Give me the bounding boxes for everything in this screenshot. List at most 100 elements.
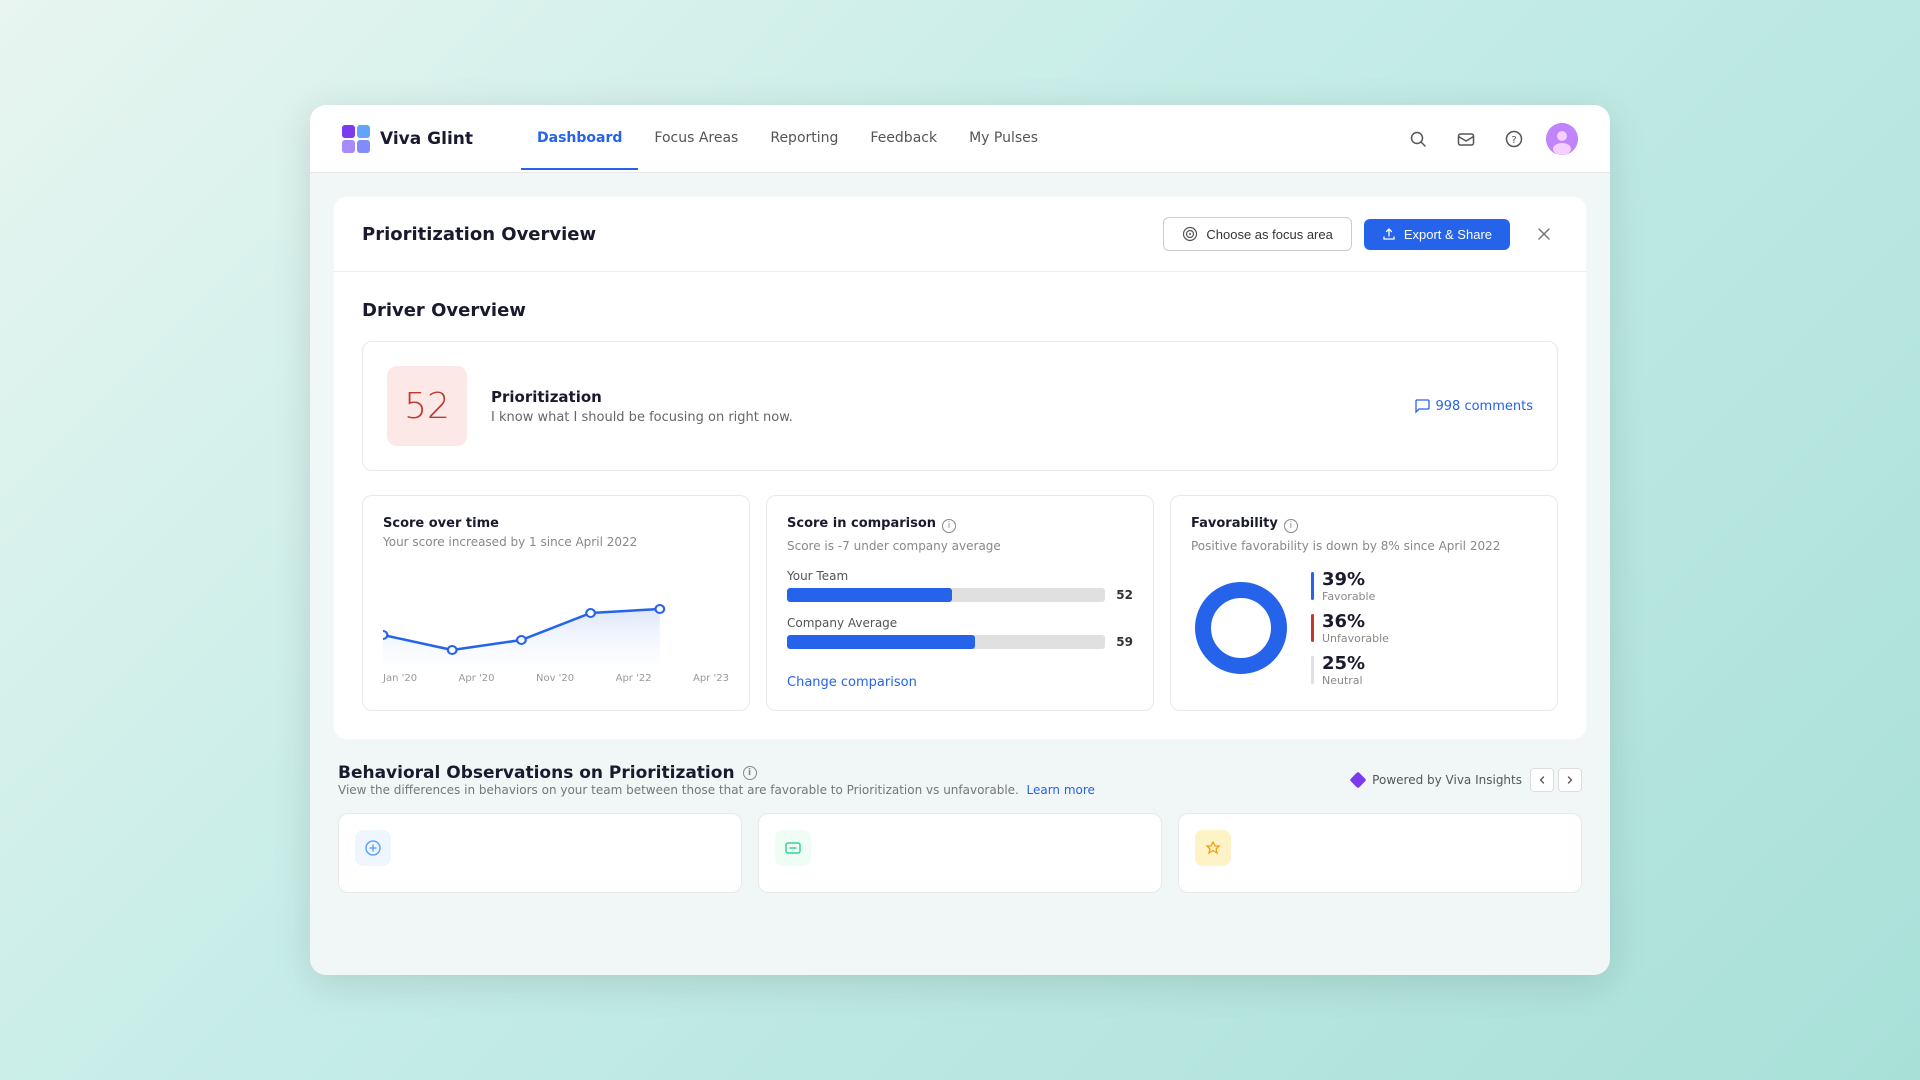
powered-by: Powered by Viva Insights [1352,768,1582,792]
nav-actions: ? [1402,123,1578,155]
company-avg-score: 59 [1113,635,1133,649]
favorable-label: Favorable [1322,590,1375,603]
app-name: Viva Glint [380,129,473,149]
main-content: Prioritization Overview Choose as focus … [310,197,1610,909]
behavioral-card-2-icon [775,830,811,866]
panel-title: Prioritization Overview [362,224,1163,245]
score-comparison-subtitle: Score is -7 under company average [787,539,1133,553]
unfavorable-indicator [1311,614,1314,642]
nav-links: Dashboard Focus Areas Reporting Feedback… [521,108,1370,170]
company-avg-bar-fill [787,635,975,649]
favorable-pct: 39% [1322,569,1375,590]
prev-arrow-button[interactable] [1530,768,1554,792]
line-chart [383,565,729,665]
logo-area: Viva Glint [342,125,473,153]
favorability-card: Favorability i Positive favorability is … [1170,495,1558,711]
your-team-bar-fill [787,588,952,602]
close-button[interactable] [1530,220,1558,248]
svg-text:?: ? [1511,135,1516,146]
driver-name: Prioritization [491,388,1390,406]
viva-insights-diamond-icon [1350,772,1367,789]
nav-my-pulses[interactable]: My Pulses [953,108,1054,170]
company-avg-row: Company Average 59 [787,616,1133,649]
score-comparison-title: Score in comparison [787,516,936,531]
mail-icon [1457,130,1475,148]
search-button[interactable] [1402,123,1434,155]
unfavorable-label: Unfavorable [1322,632,1389,645]
score-over-time-title: Score over time [383,516,729,531]
neutral-indicator [1311,656,1314,684]
export-share-button[interactable]: Export & Share [1364,219,1510,250]
avatar-image [1546,123,1578,155]
donut-svg [1191,578,1291,678]
driver-overview-title: Driver Overview [362,300,1558,321]
driver-info: Prioritization I know what I should be f… [491,388,1390,425]
behavioral-observations-subtitle: View the differences in behaviors on you… [338,783,1095,797]
next-arrow-button[interactable] [1558,768,1582,792]
nav-reporting[interactable]: Reporting [754,108,854,170]
behavioral-observations-title: Behavioral Observations on Prioritizatio… [338,763,1095,783]
avatar[interactable] [1546,123,1578,155]
choose-focus-area-button[interactable]: Choose as focus area [1163,217,1351,251]
driver-desc: I know what I should be focusing on righ… [491,410,1390,425]
company-avg-bar-track [787,635,1105,649]
powered-by-label: Powered by Viva Insights [1372,773,1522,787]
behavioral-observations-header: Behavioral Observations on Prioritizatio… [338,763,1582,797]
export-icon [1382,227,1396,241]
unfavorable-row: 36% Unfavorable [1311,611,1389,645]
driver-card: 52 Prioritization I know what I should b… [362,341,1558,471]
neutral-label: Neutral [1322,674,1365,687]
favor-stats: 39% Favorable 36% Unfavorable [1311,569,1389,687]
favorability-info-icon[interactable]: i [1284,519,1298,533]
focus-area-icon [1182,226,1198,242]
stats-grid: Score over time Your score increased by … [362,495,1558,711]
score-comparison-card: Score in comparison i Score is -7 under … [766,495,1154,711]
score-comparison-info-icon[interactable]: i [942,519,956,533]
favorability-subtitle: Positive favorability is down by 8% sinc… [1191,539,1537,553]
neutral-row: 25% Neutral [1311,653,1389,687]
your-team-label: Your Team [787,569,1133,583]
behavioral-info-icon[interactable]: i [743,766,757,780]
change-comparison-link[interactable]: Change comparison [787,675,917,690]
score-over-time-card: Score over time Your score increased by … [362,495,750,711]
favorability-title: Favorability [1191,516,1278,531]
nav-feedback[interactable]: Feedback [854,108,953,170]
comments-count: 998 comments [1436,399,1533,414]
favorable-indicator [1311,572,1314,600]
behavioral-icon-1 [363,838,383,858]
comments-link[interactable]: 998 comments [1414,398,1533,414]
behavioral-icon-3 [1203,838,1223,858]
driver-score: 52 [404,386,450,427]
behavioral-card-3-icon [1195,830,1231,866]
panel-body: Driver Overview 52 Prioritization I know… [334,272,1586,739]
unfavorable-pct: 36% [1322,611,1389,632]
behavioral-card-1 [338,813,742,893]
panel-header: Prioritization Overview Choose as focus … [334,197,1586,272]
your-team-score: 52 [1113,588,1133,602]
behavioral-icon-2 [783,838,803,858]
favorable-row: 39% Favorable [1311,569,1389,603]
company-avg-bar: 59 [787,635,1133,649]
behavioral-observations-section: Behavioral Observations on Prioritizatio… [310,739,1610,909]
comment-icon [1414,398,1430,414]
nav-focus-areas[interactable]: Focus Areas [638,108,754,170]
behavioral-cards [338,813,1582,893]
donut-chart [1191,578,1291,678]
logo-icon [342,125,370,153]
neutral-pct: 25% [1322,653,1365,674]
learn-more-link[interactable]: Learn more [1027,783,1095,797]
nav-dashboard[interactable]: Dashboard [521,108,638,170]
driver-score-box: 52 [387,366,467,446]
chevron-right-icon [1565,775,1575,785]
score-over-time-subtitle: Your score increased by 1 since April 20… [383,535,729,549]
help-icon: ? [1505,130,1523,148]
mail-button[interactable] [1450,123,1482,155]
search-icon [1409,130,1427,148]
your-team-row: Your Team 52 [787,569,1133,602]
chart-labels: Jan '20 Apr '20 Nov '20 Apr '22 Apr '23 [383,673,729,684]
chevron-left-icon [1537,775,1547,785]
help-button[interactable]: ? [1498,123,1530,155]
nav-arrows [1530,768,1582,792]
behavioral-card-2 [758,813,1162,893]
nav-bar: Viva Glint Dashboard Focus Areas Reporti… [310,105,1610,173]
